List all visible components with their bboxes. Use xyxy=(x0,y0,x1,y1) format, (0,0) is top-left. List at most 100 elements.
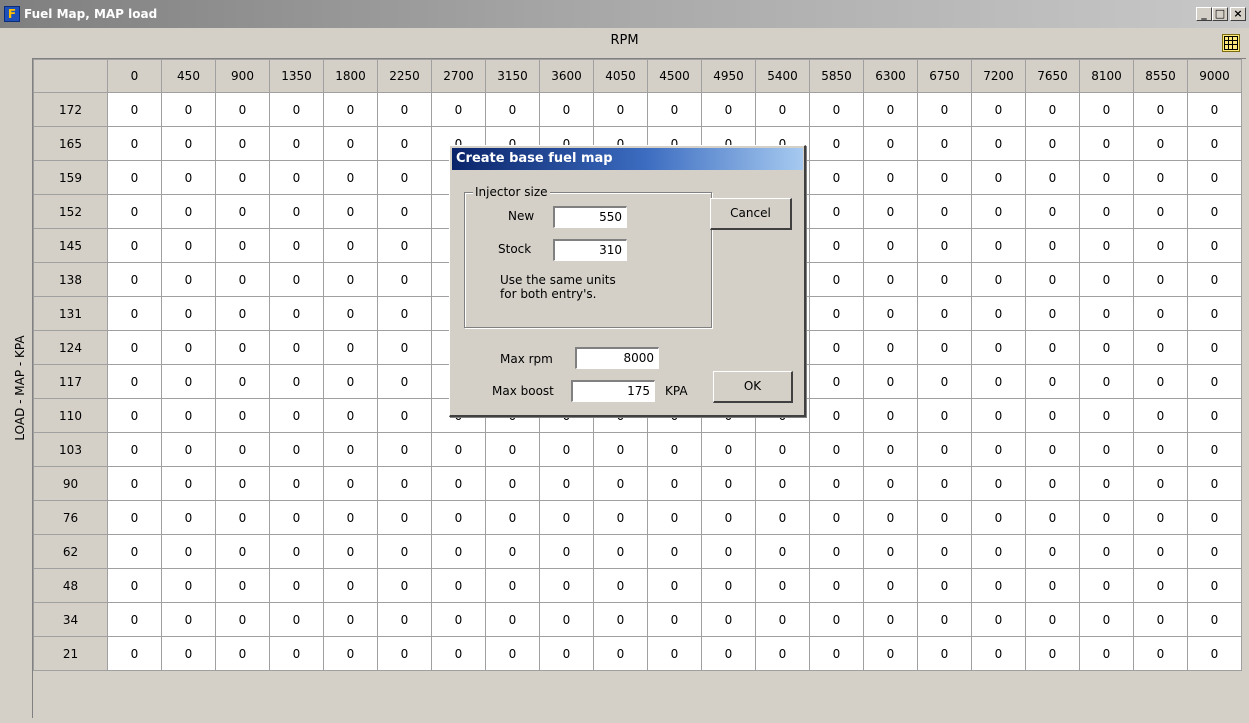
fuel-map-cell[interactable]: 0 xyxy=(1079,126,1134,161)
fuel-map-cell[interactable]: 0 xyxy=(215,194,270,229)
fuel-map-cell[interactable]: 0 xyxy=(377,194,432,229)
fuel-map-cell[interactable]: 0 xyxy=(431,602,486,637)
grid-settings-button[interactable] xyxy=(1222,34,1240,52)
fuel-map-cell[interactable]: 0 xyxy=(323,126,378,161)
fuel-map-cell[interactable]: 0 xyxy=(917,92,972,127)
fuel-map-cell[interactable]: 0 xyxy=(917,398,972,433)
fuel-map-cell[interactable]: 0 xyxy=(377,398,432,433)
fuel-map-cell[interactable]: 0 xyxy=(269,296,324,331)
load-row-header[interactable]: 138 xyxy=(33,262,108,297)
fuel-map-cell[interactable]: 0 xyxy=(269,500,324,535)
load-row-header[interactable]: 48 xyxy=(33,568,108,603)
rpm-column-header[interactable]: 9000 xyxy=(1187,59,1242,93)
fuel-map-cell[interactable]: 0 xyxy=(1187,194,1242,229)
fuel-map-cell[interactable]: 0 xyxy=(539,568,594,603)
fuel-map-cell[interactable]: 0 xyxy=(917,364,972,399)
dialog-titlebar[interactable]: Create base fuel map xyxy=(452,148,803,170)
fuel-map-cell[interactable]: 0 xyxy=(1025,534,1080,569)
fuel-map-cell[interactable]: 0 xyxy=(1079,398,1134,433)
fuel-map-cell[interactable]: 0 xyxy=(269,534,324,569)
fuel-map-cell[interactable]: 0 xyxy=(377,126,432,161)
window-titlebar[interactable]: F Fuel Map, MAP load _ □ × xyxy=(0,0,1249,28)
fuel-map-cell[interactable]: 0 xyxy=(107,330,162,365)
fuel-map-cell[interactable]: 0 xyxy=(323,92,378,127)
fuel-map-cell[interactable]: 0 xyxy=(161,262,216,297)
fuel-map-cell[interactable]: 0 xyxy=(161,228,216,263)
fuel-map-cell[interactable]: 0 xyxy=(1133,602,1188,637)
fuel-map-cell[interactable]: 0 xyxy=(269,160,324,195)
fuel-map-cell[interactable]: 0 xyxy=(863,228,918,263)
fuel-map-cell[interactable]: 0 xyxy=(593,466,648,501)
fuel-map-cell[interactable]: 0 xyxy=(1025,296,1080,331)
fuel-map-cell[interactable]: 0 xyxy=(971,330,1026,365)
load-row-header[interactable]: 152 xyxy=(33,194,108,229)
fuel-map-cell[interactable]: 0 xyxy=(971,568,1026,603)
fuel-map-cell[interactable]: 0 xyxy=(485,534,540,569)
fuel-map-cell[interactable]: 0 xyxy=(377,262,432,297)
fuel-map-cell[interactable]: 0 xyxy=(215,92,270,127)
fuel-map-cell[interactable]: 0 xyxy=(107,432,162,467)
rpm-column-header[interactable]: 6300 xyxy=(863,59,918,93)
fuel-map-cell[interactable]: 0 xyxy=(1079,262,1134,297)
fuel-map-cell[interactable]: 0 xyxy=(107,296,162,331)
fuel-map-cell[interactable]: 0 xyxy=(1025,364,1080,399)
fuel-map-cell[interactable]: 0 xyxy=(701,636,756,671)
fuel-map-cell[interactable]: 0 xyxy=(593,534,648,569)
fuel-map-cell[interactable]: 0 xyxy=(647,568,702,603)
fuel-map-cell[interactable]: 0 xyxy=(1187,636,1242,671)
fuel-map-cell[interactable]: 0 xyxy=(107,500,162,535)
fuel-map-cell[interactable]: 0 xyxy=(1187,534,1242,569)
fuel-map-cell[interactable]: 0 xyxy=(377,432,432,467)
fuel-map-cell[interactable]: 0 xyxy=(107,126,162,161)
fuel-map-cell[interactable]: 0 xyxy=(539,534,594,569)
fuel-map-cell[interactable]: 0 xyxy=(215,262,270,297)
fuel-map-cell[interactable]: 0 xyxy=(701,602,756,637)
fuel-map-cell[interactable]: 0 xyxy=(161,296,216,331)
fuel-map-cell[interactable]: 0 xyxy=(755,500,810,535)
fuel-map-cell[interactable]: 0 xyxy=(863,602,918,637)
fuel-map-cell[interactable]: 0 xyxy=(1133,398,1188,433)
rpm-column-header[interactable]: 900 xyxy=(215,59,270,93)
fuel-map-cell[interactable]: 0 xyxy=(701,568,756,603)
fuel-map-cell[interactable]: 0 xyxy=(1025,398,1080,433)
fuel-map-cell[interactable]: 0 xyxy=(701,92,756,127)
fuel-map-cell[interactable]: 0 xyxy=(323,262,378,297)
fuel-map-cell[interactable]: 0 xyxy=(215,568,270,603)
load-row-header[interactable]: 110 xyxy=(33,398,108,433)
load-row-header[interactable]: 90 xyxy=(33,466,108,501)
fuel-map-cell[interactable]: 0 xyxy=(1079,330,1134,365)
fuel-map-cell[interactable]: 0 xyxy=(1187,92,1242,127)
fuel-map-cell[interactable]: 0 xyxy=(809,160,864,195)
maximize-button[interactable]: □ xyxy=(1212,7,1228,21)
fuel-map-cell[interactable]: 0 xyxy=(971,636,1026,671)
fuel-map-cell[interactable]: 0 xyxy=(863,364,918,399)
fuel-map-cell[interactable]: 0 xyxy=(863,330,918,365)
fuel-map-cell[interactable]: 0 xyxy=(1079,296,1134,331)
fuel-map-cell[interactable]: 0 xyxy=(485,636,540,671)
fuel-map-cell[interactable]: 0 xyxy=(269,92,324,127)
fuel-map-cell[interactable]: 0 xyxy=(593,636,648,671)
fuel-map-cell[interactable]: 0 xyxy=(1025,432,1080,467)
load-row-header[interactable]: 76 xyxy=(33,500,108,535)
fuel-map-cell[interactable]: 0 xyxy=(917,636,972,671)
fuel-map-cell[interactable]: 0 xyxy=(1187,296,1242,331)
fuel-map-cell[interactable]: 0 xyxy=(1133,364,1188,399)
fuel-map-cell[interactable]: 0 xyxy=(1187,398,1242,433)
fuel-map-cell[interactable]: 0 xyxy=(863,194,918,229)
fuel-map-cell[interactable]: 0 xyxy=(1079,432,1134,467)
load-row-header[interactable]: 21 xyxy=(33,636,108,671)
fuel-map-cell[interactable]: 0 xyxy=(1025,500,1080,535)
fuel-map-cell[interactable]: 0 xyxy=(323,500,378,535)
fuel-map-cell[interactable]: 0 xyxy=(269,364,324,399)
fuel-map-cell[interactable]: 0 xyxy=(323,296,378,331)
fuel-map-cell[interactable]: 0 xyxy=(647,602,702,637)
fuel-map-cell[interactable]: 0 xyxy=(107,534,162,569)
rpm-column-header[interactable]: 5400 xyxy=(755,59,810,93)
fuel-map-cell[interactable]: 0 xyxy=(485,568,540,603)
fuel-map-cell[interactable]: 0 xyxy=(431,500,486,535)
fuel-map-cell[interactable]: 0 xyxy=(1025,568,1080,603)
fuel-map-cell[interactable]: 0 xyxy=(917,466,972,501)
fuel-map-cell[interactable]: 0 xyxy=(377,228,432,263)
fuel-map-cell[interactable]: 0 xyxy=(269,602,324,637)
fuel-map-cell[interactable]: 0 xyxy=(107,568,162,603)
